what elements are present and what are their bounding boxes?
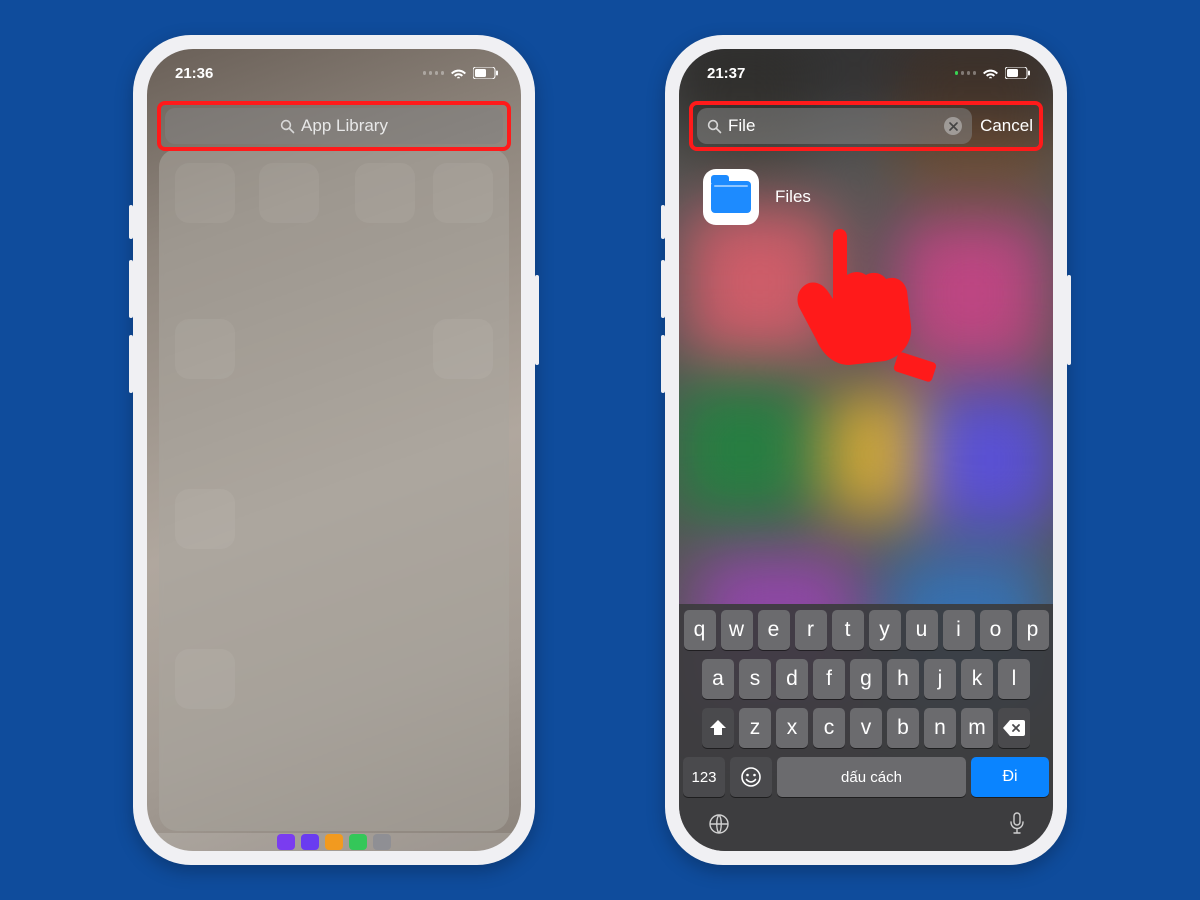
mute-switch[interactable]	[129, 205, 133, 239]
key-d[interactable]: d	[776, 659, 808, 699]
mute-switch[interactable]	[661, 205, 665, 239]
dictation-icon[interactable]	[1009, 812, 1025, 841]
key-o[interactable]: o	[980, 610, 1012, 650]
app-library-search[interactable]: App Library	[165, 108, 503, 144]
folder-icon	[711, 181, 751, 213]
battery-icon	[473, 67, 499, 79]
cancel-button[interactable]: Cancel	[980, 116, 1035, 136]
search-value: File	[728, 116, 938, 136]
clear-icon[interactable]	[944, 117, 962, 135]
keyboard-row-4: 123 dấu cách Đi	[683, 757, 1049, 797]
search-highlight: App Library	[157, 101, 511, 151]
key-j[interactable]: j	[924, 659, 956, 699]
volume-up[interactable]	[129, 260, 133, 318]
key-u[interactable]: u	[906, 610, 938, 650]
power-button[interactable]	[1067, 275, 1071, 365]
phone-left: 21:36 App Library	[133, 35, 535, 865]
keyboard-row-3: zxcvbnm	[683, 708, 1049, 748]
phone-right: 21:37 File	[665, 35, 1067, 865]
key-w[interactable]: w	[721, 610, 753, 650]
key-y[interactable]: y	[869, 610, 901, 650]
volume-down[interactable]	[661, 335, 665, 393]
key-b[interactable]: b	[887, 708, 919, 748]
key-q[interactable]: q	[684, 610, 716, 650]
key-s[interactable]: s	[739, 659, 771, 699]
key-r[interactable]: r	[795, 610, 827, 650]
key-m[interactable]: m	[961, 708, 993, 748]
result-label: Files	[775, 187, 811, 207]
key-c[interactable]: c	[813, 708, 845, 748]
cellular-dots-icon	[423, 71, 445, 75]
globe-icon[interactable]	[707, 812, 731, 841]
key-e[interactable]: e	[758, 610, 790, 650]
backspace-key[interactable]	[998, 708, 1030, 748]
key-n[interactable]: n	[924, 708, 956, 748]
key-l[interactable]: l	[998, 659, 1030, 699]
emoji-key[interactable]	[730, 757, 772, 797]
clock: 21:36	[175, 65, 213, 82]
keyboard-row-1: qwertyuiop	[683, 610, 1049, 650]
search-icon	[280, 119, 295, 134]
status-bar: 21:37	[679, 49, 1053, 91]
search-icon	[707, 119, 722, 134]
key-x[interactable]: x	[776, 708, 808, 748]
status-bar: 21:36	[147, 49, 521, 91]
wifi-icon	[450, 67, 467, 79]
key-f[interactable]: f	[813, 659, 845, 699]
key-z[interactable]: z	[739, 708, 771, 748]
files-app-icon	[703, 169, 759, 225]
volume-up[interactable]	[661, 260, 665, 318]
key-v[interactable]: v	[850, 708, 882, 748]
search-highlight: File Cancel	[689, 101, 1043, 151]
shift-key[interactable]	[702, 708, 734, 748]
keyboard: qwertyuiop asdfghjkl zxcvbnm 123 dấu các…	[679, 604, 1053, 851]
key-k[interactable]: k	[961, 659, 993, 699]
go-key[interactable]: Đi	[971, 757, 1049, 797]
key-p[interactable]: p	[1017, 610, 1049, 650]
volume-down[interactable]	[129, 335, 133, 393]
app-library-search[interactable]: File	[697, 108, 972, 144]
screen-left: 21:36 App Library	[147, 49, 521, 851]
key-h[interactable]: h	[887, 659, 919, 699]
cellular-dots-icon	[955, 71, 977, 75]
keyboard-row-2: asdfghjkl	[683, 659, 1049, 699]
numeric-key[interactable]: 123	[683, 757, 725, 797]
clock: 21:37	[707, 65, 745, 82]
search-placeholder: App Library	[301, 116, 388, 136]
dock-strip	[147, 833, 521, 851]
screen-right: 21:37 File	[679, 49, 1053, 851]
key-i[interactable]: i	[943, 610, 975, 650]
key-a[interactable]: a	[702, 659, 734, 699]
space-key[interactable]: dấu cách	[777, 757, 966, 797]
battery-icon	[1005, 67, 1031, 79]
key-t[interactable]: t	[832, 610, 864, 650]
app-library-grid-blurred	[159, 149, 509, 831]
power-button[interactable]	[535, 275, 539, 365]
tap-indicator-icon	[791, 229, 941, 404]
search-result-row[interactable]: Files	[703, 169, 811, 225]
key-g[interactable]: g	[850, 659, 882, 699]
wifi-icon	[982, 67, 999, 79]
